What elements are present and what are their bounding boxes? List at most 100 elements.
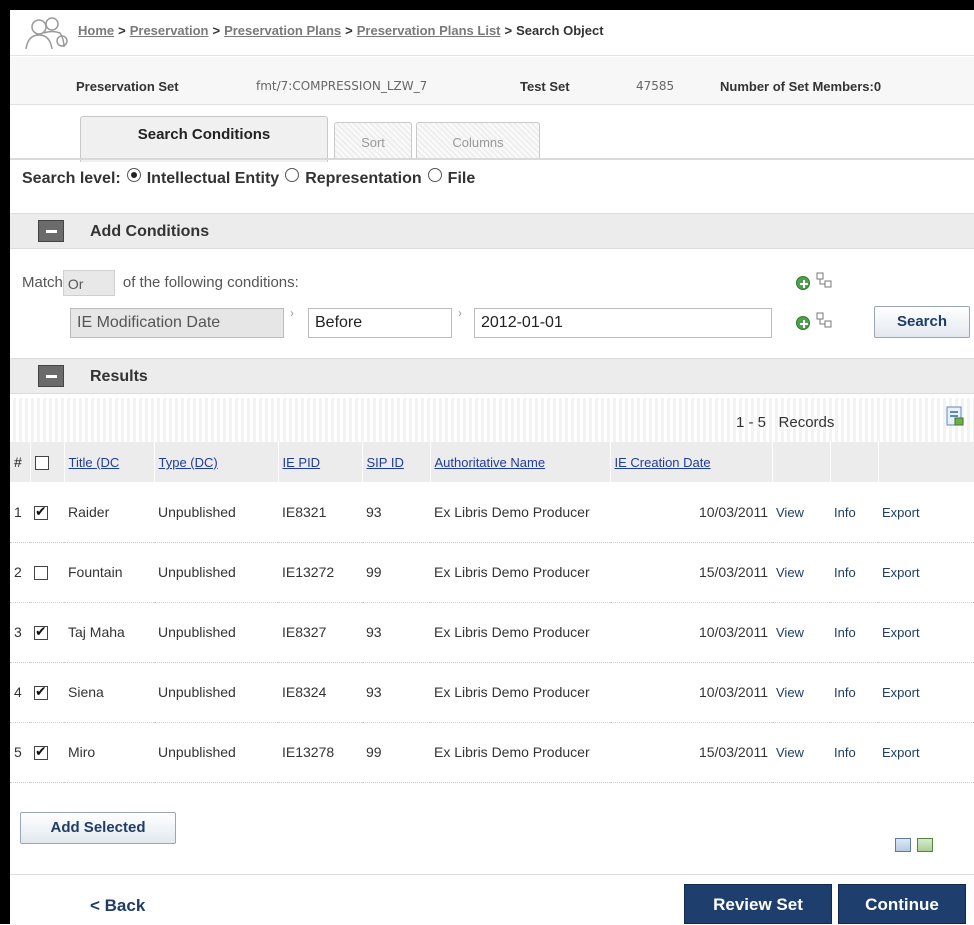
row-checkbox[interactable] <box>34 683 48 701</box>
collapse-results-button[interactable] <box>38 365 64 387</box>
row-title: Fountain <box>64 542 154 603</box>
breadcrumb-preservation-plans-list[interactable]: Preservation Plans List <box>357 23 501 38</box>
row-sip-id: 99 <box>362 542 430 603</box>
info-link[interactable]: Info <box>834 625 856 640</box>
radio-intellectual-entity[interactable] <box>126 168 141 182</box>
set-members-count: Number of Set Members:0 <box>720 79 882 94</box>
table-row: 3 Taj Maha Unpublished IE8327 93 Ex Libr… <box>10 602 974 663</box>
info-link[interactable]: Info <box>834 565 856 580</box>
review-set-button[interactable]: Review Set <box>684 884 832 924</box>
continue-button[interactable]: Continue <box>838 884 966 924</box>
select-all-checkbox[interactable] <box>34 456 49 471</box>
row-checkbox[interactable] <box>34 566 48 581</box>
add-group-icon[interactable] <box>816 312 834 330</box>
tab-sort[interactable]: Sort <box>334 122 412 160</box>
breadcrumb-current: Search Object <box>516 23 604 38</box>
view-link[interactable]: View <box>776 625 804 640</box>
column-header-title[interactable]: Title (DC <box>64 442 155 482</box>
collapse-conditions-button[interactable] <box>38 220 64 242</box>
users-logo-icon <box>25 17 68 50</box>
row-checkbox[interactable] <box>34 743 48 761</box>
option-file: File <box>447 170 476 187</box>
radio-file[interactable] <box>427 168 442 182</box>
view-link[interactable]: View <box>776 685 804 700</box>
match-select[interactable]: Or <box>62 270 115 296</box>
column-header-type[interactable]: Type (DC) <box>154 442 279 482</box>
export-link[interactable]: Export <box>882 685 920 700</box>
view-link[interactable]: View <box>776 565 804 580</box>
pager-label: Records <box>778 414 835 431</box>
row-ie-pid: IE13272 <box>278 542 362 603</box>
sort-sip-id-link[interactable]: SIP ID <box>367 455 404 470</box>
row-authoritative-name: Ex Libris Demo Producer <box>430 482 610 543</box>
row-number: 5 <box>10 722 30 783</box>
match-suffix: of the following conditions: <box>122 273 299 291</box>
add-condition-icon[interactable] <box>796 276 810 290</box>
tab-search-conditions[interactable]: Search Conditions <box>80 116 328 162</box>
grid-view-icon[interactable] <box>917 838 933 852</box>
export-link[interactable]: Export <box>882 505 920 520</box>
sort-ie-pid-link[interactable]: IE PID <box>283 455 321 470</box>
sort-title-link[interactable]: Title (DC <box>69 455 120 470</box>
info-link[interactable]: Info <box>834 745 856 760</box>
view-link[interactable]: View <box>776 745 804 760</box>
test-set-value: 47585 <box>636 79 675 93</box>
add-selected-button[interactable]: Add Selected <box>20 812 176 844</box>
search-button[interactable]: Search <box>874 306 970 338</box>
condition-operator-select[interactable]: Before <box>308 308 452 338</box>
export-link[interactable]: Export <box>882 565 920 580</box>
list-view-icon[interactable] <box>895 838 911 852</box>
column-header-ie-pid[interactable]: IE PID <box>278 442 363 482</box>
info-link[interactable]: Info <box>834 505 856 520</box>
row-authoritative-name: Ex Libris Demo Producer <box>430 722 610 783</box>
row-number: 3 <box>10 602 30 663</box>
condition-value-input[interactable]: 2012-01-01 <box>474 308 772 338</box>
row-creation-date: 10/03/2011 <box>610 602 772 663</box>
export-excel-icon[interactable] <box>946 406 964 426</box>
row-ie-pid: IE8324 <box>278 662 362 723</box>
view-link[interactable]: View <box>776 505 804 520</box>
row-sip-id: 93 <box>362 602 430 663</box>
table-row: 4 Siena Unpublished IE8324 93 Ex Libris … <box>10 662 974 723</box>
row-type: Unpublished <box>154 662 278 723</box>
row-creation-date: 10/03/2011 <box>610 482 772 543</box>
chevron-right-icon: › <box>458 306 462 320</box>
add-conditions-header: Add Conditions <box>10 213 974 249</box>
column-header-ie-creation-date[interactable]: IE Creation Date <box>610 442 773 482</box>
column-header-info <box>830 442 879 482</box>
sort-authoritative-name-link[interactable]: Authoritative Name <box>435 455 546 470</box>
info-link[interactable]: Info <box>834 685 856 700</box>
condition-field-select[interactable]: IE Modification Date <box>70 308 284 338</box>
breadcrumb: Home > Preservation > Preservation Plans > Pre… <box>78 23 604 38</box>
radio-representation[interactable] <box>285 168 300 182</box>
sort-ie-creation-date-link[interactable]: IE Creation Date <box>615 455 711 470</box>
export-link[interactable]: Export <box>882 625 920 640</box>
column-header-number: # <box>10 442 31 482</box>
tab-columns[interactable]: Columns <box>416 122 540 160</box>
row-number: 4 <box>10 662 30 723</box>
column-header-authoritative-name[interactable]: Authoritative Name <box>430 442 611 482</box>
row-ie-pid: IE8321 <box>278 482 362 543</box>
column-header-sip-id[interactable]: SIP ID <box>362 442 431 482</box>
row-ie-pid: IE13278 <box>278 722 362 783</box>
row-sip-id: 93 <box>362 662 430 723</box>
row-type: Unpublished <box>154 542 278 603</box>
row-checkbox[interactable] <box>34 623 48 641</box>
column-header-select[interactable] <box>30 442 65 482</box>
chevron-right-icon: › <box>290 306 294 320</box>
add-group-icon[interactable] <box>816 272 834 290</box>
sort-type-link[interactable]: Type (DC) <box>159 455 218 470</box>
back-link[interactable]: < Back <box>90 896 145 916</box>
export-link[interactable]: Export <box>882 745 920 760</box>
breadcrumb-preservation[interactable]: Preservation <box>130 23 209 38</box>
row-type: Unpublished <box>154 602 278 663</box>
row-creation-date: 15/03/2011 <box>610 542 772 603</box>
add-condition-icon[interactable] <box>796 316 810 330</box>
row-sip-id: 93 <box>362 482 430 543</box>
table-row: 5 Miro Unpublished IE13278 99 Ex Libris … <box>10 722 974 783</box>
breadcrumb-preservation-plans[interactable]: Preservation Plans <box>224 23 341 38</box>
row-checkbox[interactable] <box>34 503 48 520</box>
breadcrumb-home[interactable]: Home <box>78 23 114 38</box>
row-number: 2 <box>10 542 30 603</box>
breadcrumb-separator: > <box>212 23 221 38</box>
